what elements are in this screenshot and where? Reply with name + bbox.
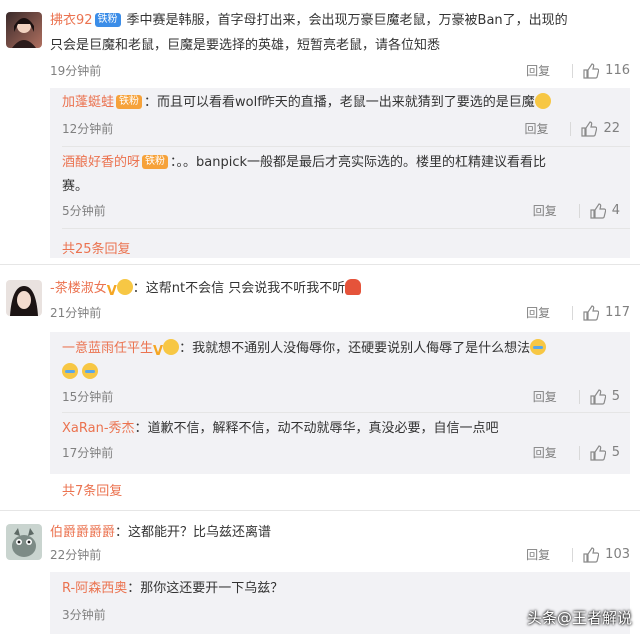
crying-emoji-icon: [62, 363, 78, 379]
crying-emoji-icon: [82, 363, 99, 379]
reply-button[interactable]: 回复: [533, 386, 557, 408]
reply-button[interactable]: 回复: [526, 60, 550, 82]
username[interactable]: 伯爵爵爵爵: [50, 525, 115, 540]
reply-time: 5分钟前: [62, 204, 106, 218]
thumbs-up-icon[interactable]: [581, 121, 598, 137]
angry-emoji-icon: [345, 279, 362, 295]
like-count: 4: [611, 203, 620, 218]
replies-panel: 加蓬蜓蛙 铁粉 ：而且可以看看wolf昨天的直播，老鼠一出来就猜到了要选的是巨魔 1…: [50, 88, 630, 258]
comment-time: 22分钟前: [50, 548, 102, 562]
divider: [572, 548, 574, 562]
comment-time: 21分钟前: [50, 306, 102, 320]
reply-button[interactable]: 回复: [526, 302, 550, 324]
reply-button[interactable]: 回复: [533, 442, 557, 464]
emoji-icon: [534, 93, 551, 109]
divider: [0, 264, 640, 265]
thumbs-up-icon[interactable]: [583, 63, 600, 79]
like-count: 22: [603, 121, 620, 136]
like-count: 117: [605, 305, 630, 320]
reply-username[interactable]: R-阿森西奥: [62, 581, 127, 596]
thumbs-up-icon[interactable]: [590, 445, 606, 461]
reply-username[interactable]: XaRan-秀杰: [62, 421, 135, 436]
reply-text: ：。。banpick一般都是最后才亮实际选的。楼里的杠精建议看看比: [170, 155, 547, 170]
reply-text: ：那你这还要开一下乌兹？: [127, 581, 284, 596]
divider: [578, 390, 580, 404]
divider: [578, 204, 580, 218]
reply-button[interactable]: 回复: [524, 118, 548, 140]
reply-username[interactable]: 一意蓝雨任平生: [62, 341, 153, 356]
emoji-icon: [116, 279, 133, 295]
avatar[interactable]: [6, 524, 42, 560]
verified-icon: V: [106, 284, 117, 299]
comment-text: ：这都能开？比乌兹还离谱: [115, 525, 272, 540]
like-count: 5: [611, 445, 620, 460]
comment-item: -茶楼淑女V ：这帮nt不会信 只会说我不听我不听 21分钟前 回复 117 一意…: [0, 276, 640, 504]
reply-divider: [62, 412, 630, 413]
divider: [0, 510, 640, 511]
reply-button[interactable]: 回复: [533, 200, 557, 222]
reply-time: 3分钟前: [62, 608, 106, 622]
username[interactable]: 拂衣92: [50, 13, 93, 28]
reply-text: ：而且可以看看wolf昨天的直播，老鼠一出来就猜到了要选的是巨魔: [144, 95, 535, 110]
reply-time: 17分钟前: [62, 446, 114, 460]
reply-button[interactable]: 回复: [526, 544, 550, 566]
thumbs-up-icon[interactable]: [583, 547, 600, 563]
reply-text: ：我就想不通别人没侮辱你，还硬要说别人侮辱了是什么想法: [179, 341, 531, 356]
like-count: 103: [605, 547, 630, 562]
verified-icon: V: [153, 344, 164, 359]
comment-text: 季中赛是韩服，首字母打出来，会出现万豪巨魔老鼠，万豪被Ban了，出现的: [126, 13, 568, 28]
comment-text-continued: 只会是巨魔和老鼠，巨魔是要选择的英雄，短暂亮老鼠，请各位知悉: [50, 38, 441, 53]
thumbs-up-icon[interactable]: [590, 389, 606, 405]
avatar[interactable]: [6, 12, 42, 48]
divider: [578, 446, 580, 460]
more-replies-link[interactable]: 共25条回复: [62, 238, 131, 257]
reply-username[interactable]: 酒酿好香的呀: [62, 155, 140, 170]
reply-username[interactable]: 加蓬蜓蛙: [62, 95, 114, 110]
divider: [572, 64, 574, 78]
comment-time: 19分钟前: [50, 64, 102, 78]
thumbs-up-icon[interactable]: [583, 305, 600, 321]
reply-time: 15分钟前: [62, 390, 114, 404]
fan-badge: 铁粉: [94, 13, 121, 27]
reply-text: ：道歉不信，解释不信，动不动就辱华，真没必要，自信一点吧: [134, 421, 499, 436]
username[interactable]: -茶楼淑女: [50, 281, 107, 296]
crying-emoji-icon: [530, 339, 547, 355]
reply-divider: [62, 228, 630, 229]
reply-time: 12分钟前: [62, 122, 114, 136]
emoji-icon: [163, 339, 180, 355]
comment-text: ：这帮nt不会信 只会说我不听我不听: [132, 281, 346, 296]
comment-item: 拂衣92 铁粉 季中赛是韩服，首字母打出来，会出现万豪巨魔老鼠，万豪被Ban了，出现…: [0, 8, 640, 258]
replies-panel: 一意蓝雨任平生V ：我就想不通别人没侮辱你，还硬要说别人侮辱了是什么想法 15分钟…: [50, 332, 630, 474]
reply-text-continued: 赛。: [62, 179, 89, 194]
fan-badge: 铁粉: [116, 95, 143, 109]
watermark: 头条@王者解说: [526, 609, 632, 627]
fan-badge: 铁粉: [142, 155, 169, 169]
like-count: 5: [611, 389, 620, 404]
divider: [572, 306, 574, 320]
more-replies-link[interactable]: 共7条回复: [62, 480, 122, 499]
like-count: 116: [605, 63, 630, 78]
avatar[interactable]: [6, 280, 42, 316]
reply-divider: [62, 146, 630, 147]
divider: [570, 122, 572, 136]
thumbs-up-icon[interactable]: [590, 203, 606, 219]
